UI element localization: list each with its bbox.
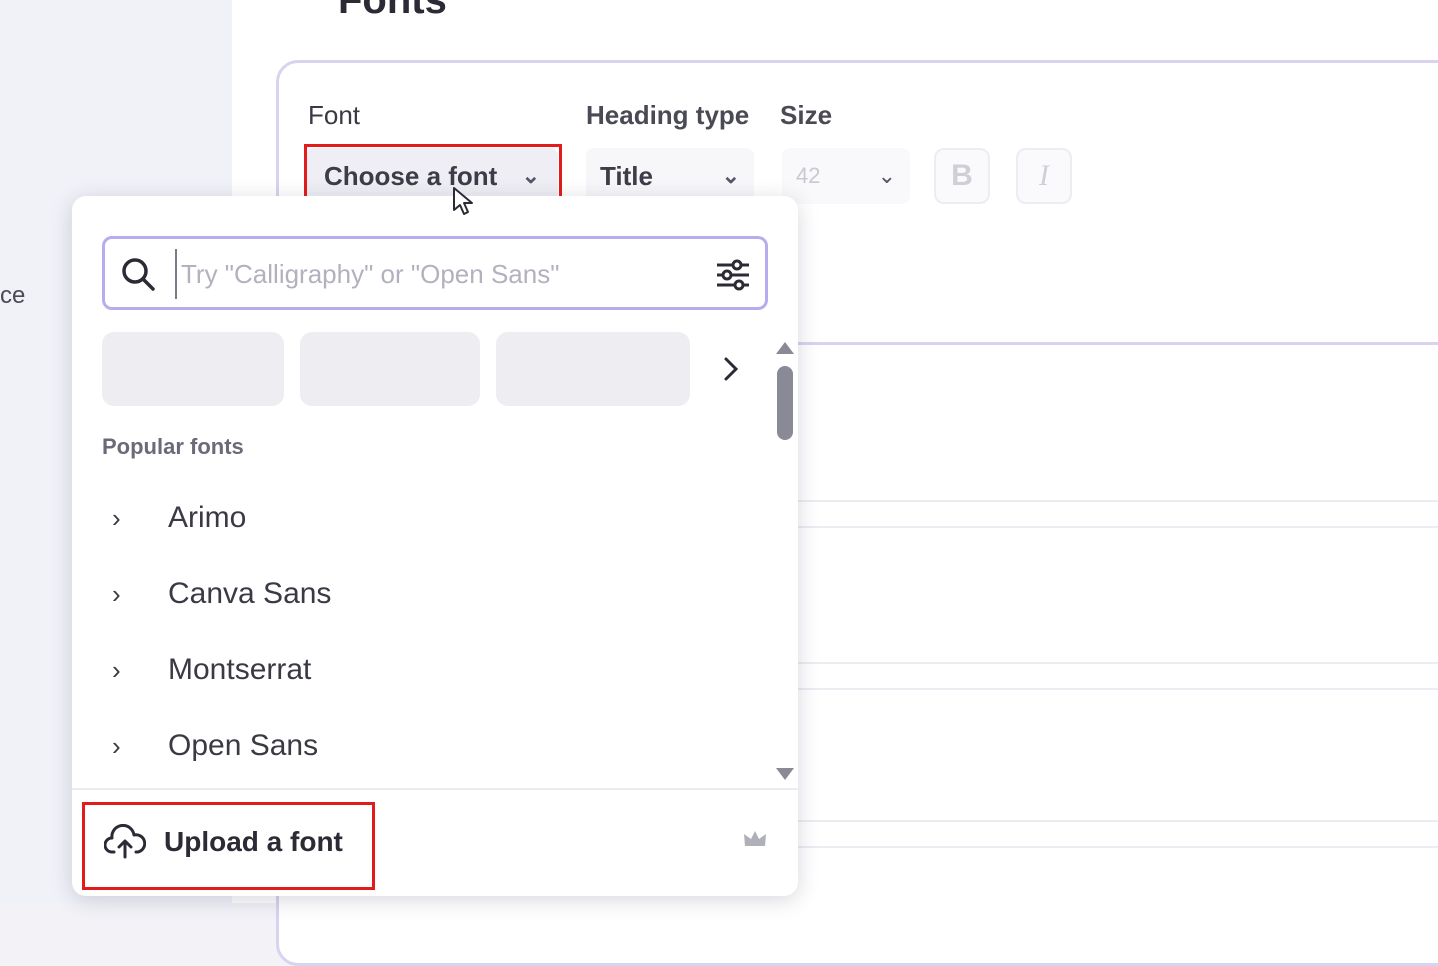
font-name: Open Sans — [168, 729, 319, 762]
font-name: Canva Sans — [168, 577, 332, 610]
chevron-down-icon: ⌄ — [877, 163, 896, 188]
font-name: Montserrat — [168, 653, 312, 686]
scroll-up-arrow[interactable] — [776, 342, 794, 354]
font-category-chip[interactable] — [102, 332, 284, 406]
filter-icon[interactable] — [711, 253, 755, 297]
font-picker-dropdown: Popular fonts › Arimo › Canva Sans › Mon… — [72, 196, 798, 896]
font-list-item[interactable]: › Canva Sans — [112, 564, 712, 624]
cursor-icon — [453, 187, 473, 215]
font-category-chip[interactable] — [496, 332, 690, 406]
chevron-right-icon — [724, 357, 739, 381]
divider-line — [798, 526, 1438, 528]
font-search-input[interactable] — [175, 249, 703, 299]
chevron-right-icon: › — [112, 654, 121, 685]
size-select[interactable]: 42 ⌄ — [782, 148, 910, 204]
chevron-down-icon: ⌄ — [721, 163, 740, 188]
divider-line — [798, 662, 1438, 664]
heading-type-value: Title — [600, 160, 653, 191]
chevron-down-icon: ⌄ — [521, 163, 540, 188]
chips-next-button[interactable] — [706, 332, 756, 406]
font-search-box — [102, 236, 768, 310]
chevron-right-icon: › — [112, 502, 121, 533]
popular-fonts-heading: Popular fonts — [102, 434, 244, 459]
divider-line — [798, 500, 1438, 502]
chevron-right-icon: › — [112, 730, 121, 761]
font-name: Arimo — [168, 501, 247, 534]
scroll-down-arrow[interactable] — [776, 768, 794, 780]
font-list-item[interactable]: › Arimo — [112, 488, 712, 548]
divider-line — [798, 846, 1438, 848]
font-label: Font — [308, 100, 361, 130]
divider-line — [798, 820, 1438, 822]
heading-type-label: Heading type — [586, 100, 750, 130]
divider-line — [798, 688, 1438, 690]
card-accent-line — [798, 342, 1438, 345]
size-value: 42 — [796, 163, 821, 188]
bold-button[interactable]: B — [934, 148, 990, 204]
upload-font-label: Upload a font — [164, 826, 343, 857]
left-panel-text: ce — [0, 282, 26, 309]
font-list-item[interactable]: › Open Sans — [112, 716, 712, 776]
search-icon — [122, 258, 155, 291]
font-list-item[interactable]: › Montserrat — [112, 640, 712, 700]
chevron-right-icon: › — [112, 578, 121, 609]
upload-font-button[interactable]: Upload a font — [102, 808, 766, 876]
page-title: Fonts — [338, 0, 447, 22]
upload-cloud-icon — [104, 824, 146, 859]
font-category-chip[interactable] — [300, 332, 480, 406]
crown-icon — [744, 831, 766, 846]
italic-button[interactable]: I — [1016, 148, 1072, 204]
size-label: Size — [780, 100, 833, 130]
dropdown-divider — [72, 788, 798, 790]
scrollbar-thumb[interactable] — [777, 366, 793, 440]
